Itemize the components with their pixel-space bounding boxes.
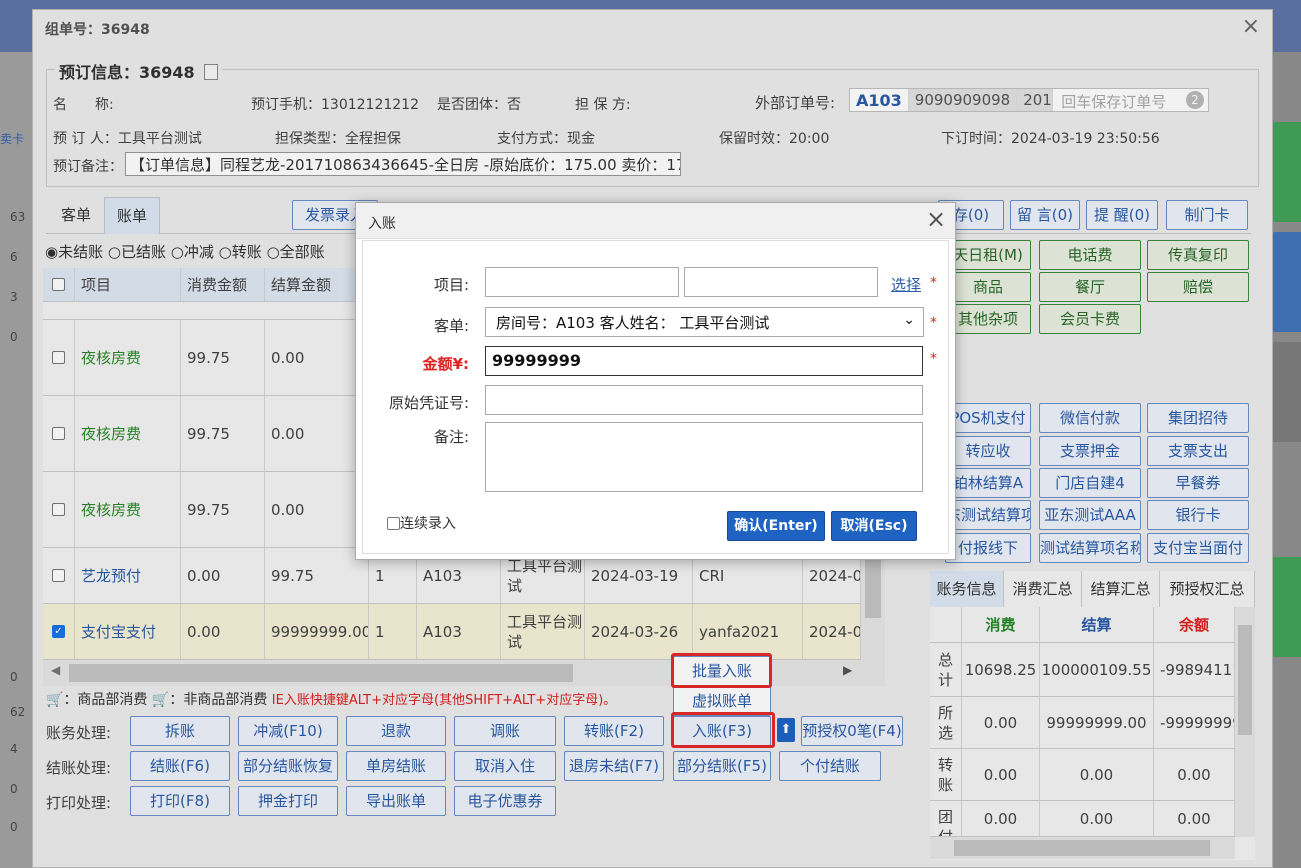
bg-number: 0	[10, 330, 18, 344]
bg-number: 6	[10, 250, 18, 264]
bg-tile	[1272, 232, 1301, 332]
confirm-button[interactable]: 确认(Enter)	[727, 511, 825, 541]
voucher-input[interactable]	[485, 385, 923, 415]
required-mark: *	[930, 315, 937, 331]
amount-input[interactable]: 99999999	[485, 346, 923, 376]
continuous-checkbox[interactable]	[387, 517, 400, 530]
bg-tile	[1272, 557, 1301, 657]
dialog-title: 入账	[368, 216, 396, 232]
required-mark: *	[930, 351, 937, 367]
bg-number: 63	[10, 210, 26, 224]
bg-tile	[1272, 122, 1301, 222]
amount-label: 金额¥:	[422, 355, 469, 373]
continuous-label: 连续录入	[400, 516, 456, 532]
voucher-label: 原始凭证号:	[388, 394, 469, 412]
chevron-down-icon: ⌄	[903, 312, 915, 328]
guest-select[interactable]: 房间号：A103 客人姓名： 工具平台测试 ⌄	[485, 307, 924, 337]
remark-textarea[interactable]	[485, 422, 923, 492]
item-input-2[interactable]	[684, 267, 878, 297]
bg-number: 0	[10, 670, 18, 684]
cancel-button[interactable]: 取消(Esc)	[831, 511, 917, 541]
post-entry-dialog: 入账 × 项目: 选择 * 客单: 房间号：A103 客人姓名： 工具平台测试 …	[355, 202, 956, 560]
required-mark: *	[930, 275, 937, 291]
background-right-panel	[1272, 52, 1301, 868]
remark-label: 备注:	[433, 428, 469, 446]
dialog-header: 入账 ×	[356, 203, 955, 239]
item-input-1[interactable]	[485, 267, 679, 297]
guest-select-value: 房间号：A103 客人姓名： 工具平台测试	[496, 314, 770, 332]
select-link[interactable]: 选择	[891, 274, 921, 295]
guest-label: 客单:	[433, 317, 469, 335]
bg-number: 3	[10, 290, 18, 304]
bg-tile	[1272, 342, 1301, 442]
dialog-close-icon[interactable]: ×	[926, 205, 946, 233]
background-link[interactable]: 卖卡	[0, 130, 24, 147]
bg-number: 0	[10, 820, 18, 834]
dialog-body: 项目: 选择 * 客单: 房间号：A103 客人姓名： 工具平台测试 ⌄ * 金…	[362, 240, 949, 554]
bg-number: 0	[10, 782, 18, 796]
bg-number: 62	[10, 705, 26, 719]
bg-number: 4	[10, 742, 18, 756]
continuous-entry[interactable]: 连续录入	[387, 513, 456, 533]
background-left-panel: 卖卡 63 6 3 0 0 62 4 0 0	[0, 52, 32, 868]
item-label: 项目:	[433, 276, 469, 294]
